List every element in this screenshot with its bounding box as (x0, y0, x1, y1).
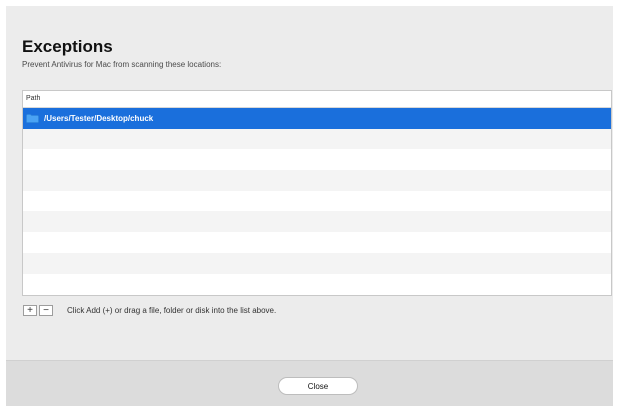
dialog-footer: Close (6, 360, 613, 406)
table-row-empty (23, 191, 611, 212)
table-row[interactable]: /Users/Tester/Desktop/chuck (23, 108, 611, 129)
exceptions-dialog: Exceptions Prevent Antivirus for Mac fro… (6, 6, 613, 406)
dialog-title: Exceptions (22, 37, 113, 56)
row-path: /Users/Tester/Desktop/chuck (44, 113, 154, 123)
close-button[interactable]: Close (278, 377, 358, 395)
folder-icon (26, 114, 39, 123)
table-row-empty (23, 149, 611, 170)
add-hint-text: Click Add (+) or drag a file, folder or … (67, 306, 277, 315)
remove-button[interactable]: − (39, 305, 53, 316)
table-row-empty (23, 170, 611, 191)
table-row-empty (23, 128, 611, 150)
table-row-empty (23, 232, 611, 253)
table-row-empty (23, 274, 611, 295)
table-row-empty (23, 211, 611, 233)
dialog-subtitle: Prevent Antivirus for Mac from scanning … (22, 60, 222, 69)
table-row-empty (23, 252, 611, 274)
add-button[interactable]: + (23, 305, 37, 316)
column-header-path[interactable]: Path (23, 91, 611, 108)
exceptions-table[interactable]: Path /Users/Tester/Desktop/chuck (22, 90, 612, 296)
add-remove-controls: + − (23, 305, 53, 316)
table-body: /Users/Tester/Desktop/chuck (23, 108, 611, 294)
